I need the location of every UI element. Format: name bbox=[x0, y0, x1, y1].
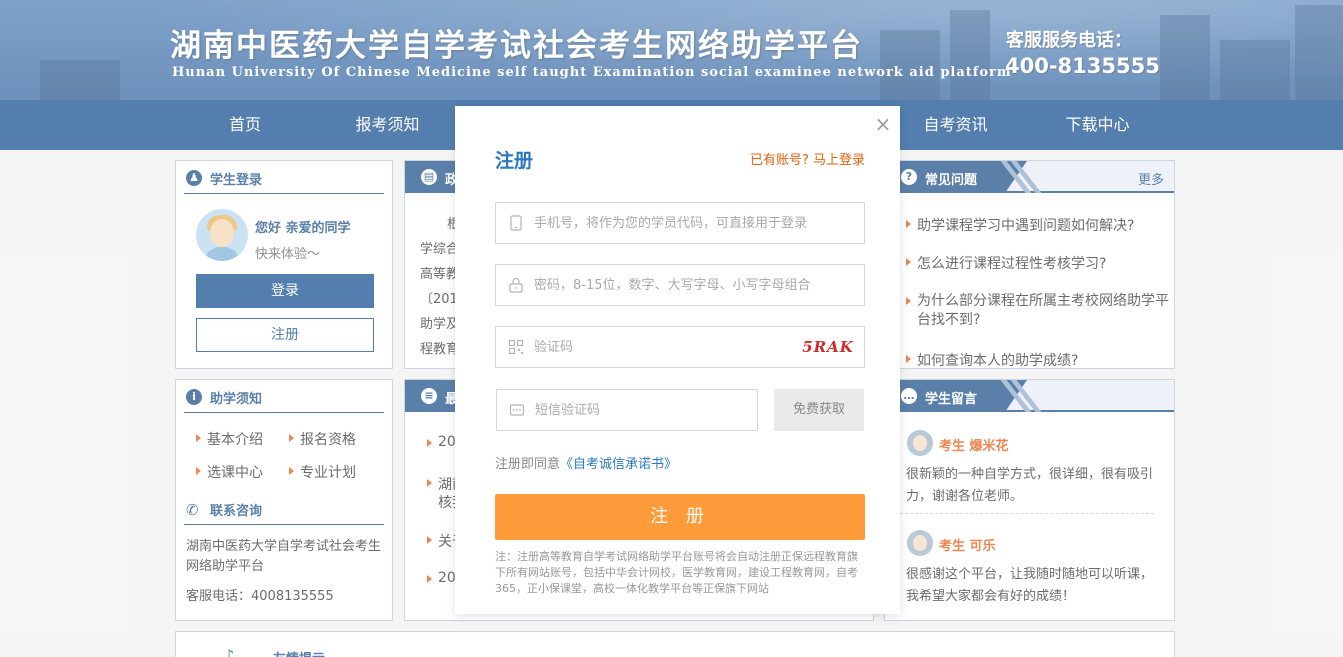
phone-field[interactable] bbox=[495, 202, 865, 244]
message-icon bbox=[509, 404, 525, 416]
qrcode-icon bbox=[508, 339, 524, 355]
agreement-link[interactable]: 《自考诚信承诺书》 bbox=[560, 457, 677, 472]
password-field[interactable] bbox=[495, 264, 865, 306]
sms-input[interactable] bbox=[535, 390, 745, 430]
captcha-image[interactable]: 5RAK bbox=[802, 335, 854, 359]
mobile-icon bbox=[510, 215, 522, 231]
close-icon[interactable]: × bbox=[874, 114, 892, 134]
agreement-prefix: 注册即同意 bbox=[495, 457, 561, 472]
password-input[interactable] bbox=[534, 265, 834, 305]
lock-icon bbox=[509, 277, 523, 293]
captcha-field[interactable]: 5RAK bbox=[495, 326, 865, 368]
register-note: 注：注册高等教育自学考试网络助学平台账号将会自动注册正保远程教育旗下所有网站账号… bbox=[495, 550, 858, 595]
agreement-text: 注册即同意《自考诚信承诺书》 bbox=[495, 453, 677, 472]
captcha-input[interactable] bbox=[534, 327, 784, 367]
register-modal: × 注册 已有账号? 马上登录 5RAK bbox=[455, 106, 900, 614]
get-sms-code-button[interactable]: 免费获取 bbox=[774, 389, 864, 431]
phone-input[interactable] bbox=[534, 203, 834, 243]
modal-title: 注册 bbox=[495, 150, 534, 172]
sms-field[interactable] bbox=[496, 389, 758, 431]
register-submit-button[interactable]: 注 册 bbox=[495, 494, 865, 540]
login-link[interactable]: 已有账号? 马上登录 bbox=[750, 149, 865, 168]
